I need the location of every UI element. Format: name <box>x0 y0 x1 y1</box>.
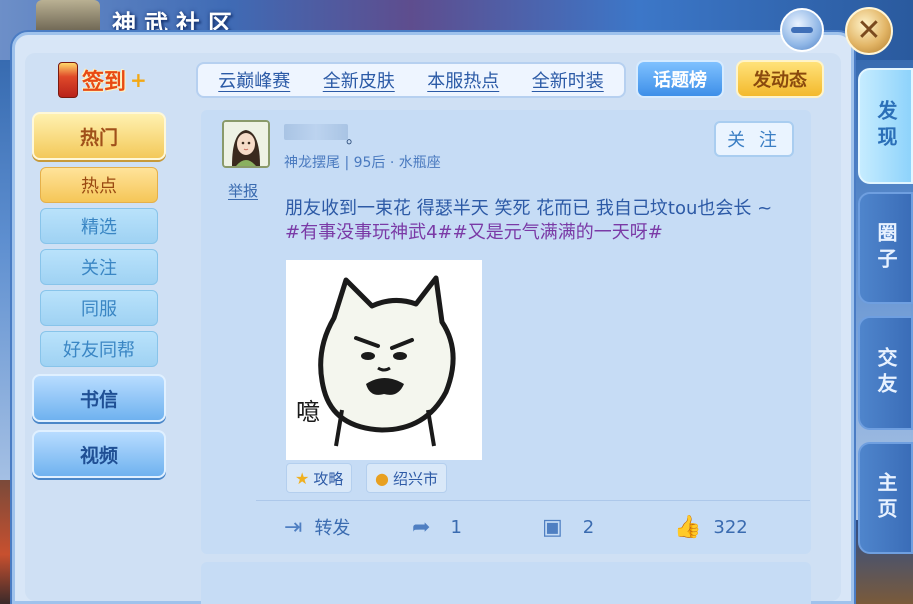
image-caption: 噫 <box>296 398 320 426</box>
close-button[interactable]: ✕ <box>845 7 893 55</box>
cat-meme-image: 噫 <box>286 260 482 460</box>
post-body: 朋友收到一束花 得瑟半天 笑死 花而已 我自己坟tou也会长 ~ #有事没事玩神… <box>285 197 790 245</box>
avatar-image <box>224 122 268 166</box>
window-title: 神武社区 <box>112 9 240 38</box>
side-tab-label: 主页 <box>874 472 898 524</box>
repost-icon: ⇥ <box>284 514 303 540</box>
side-tab-label: 发现 <box>874 100 898 152</box>
user-info: 神龙摆尾 | 95后 · 水瓶座 <box>284 155 441 171</box>
comment-count: 2 <box>582 516 595 538</box>
comment-icon: ▣ <box>542 514 563 540</box>
side-tab-label: 圈子 <box>874 222 898 274</box>
close-icon: ✕ <box>856 13 882 48</box>
username-suffix: 。 <box>346 128 363 147</box>
topic-tab[interactable]: 全新皮肤 <box>323 67 395 93</box>
plus-icon: + <box>130 68 147 92</box>
thumbs-up-icon: 👍 <box>674 514 702 540</box>
signin-button[interactable]: 签到 + <box>58 60 147 100</box>
follow-button[interactable]: 关 注 <box>714 121 794 157</box>
share-button[interactable]: ➦ 1 <box>412 512 462 542</box>
chip-label: 攻略 <box>313 469 344 488</box>
post-hashtags[interactable]: #有事没事玩神武4##又是元气满满的一天呀# <box>285 222 663 243</box>
tag-chip-location[interactable]: ● 绍兴市 <box>366 463 447 493</box>
report-link[interactable]: 举报 <box>228 180 258 201</box>
minus-icon <box>791 27 813 33</box>
comment-button[interactable]: ▣ 2 <box>542 512 594 542</box>
lantern-icon <box>58 62 78 98</box>
star-icon: ★ <box>295 468 310 488</box>
side-tab-friends[interactable]: 交友 <box>858 316 913 430</box>
nav-letters[interactable]: 书信 <box>32 374 166 422</box>
signin-label: 签到 <box>82 70 127 95</box>
nav-sub-trending[interactable]: 热点 <box>40 167 158 203</box>
nav-sub-following[interactable]: 关注 <box>40 249 158 285</box>
topic-tab[interactable]: 全新时装 <box>532 67 604 93</box>
topic-tab[interactable]: 云巅峰赛 <box>218 67 290 93</box>
next-post-card <box>201 562 811 604</box>
minimize-button[interactable] <box>780 8 824 52</box>
username-redacted <box>284 124 348 140</box>
side-tab-label: 交友 <box>874 347 898 399</box>
post-image[interactable]: 噫 <box>286 260 482 460</box>
new-post-button[interactable]: 发动态 <box>736 60 824 98</box>
tower-decoration <box>36 0 100 34</box>
chip-label: 绍兴市 <box>392 469 438 488</box>
topics-ranking-button[interactable]: 话题榜 <box>636 60 724 98</box>
repost-label: 转发 <box>314 518 351 539</box>
side-tab-discover[interactable]: 发现 <box>858 68 913 184</box>
side-tab-homepage[interactable]: 主页 <box>858 442 913 554</box>
share-count: 1 <box>450 516 462 538</box>
topic-tab[interactable]: 本服热点 <box>427 67 499 93</box>
like-count: 322 <box>713 516 748 538</box>
nav-sub-featured[interactable]: 精选 <box>40 208 158 244</box>
repost-button[interactable]: ⇥ 转发 <box>284 512 350 542</box>
nav-sub-same-server[interactable]: 同服 <box>40 290 158 326</box>
user-avatar[interactable] <box>222 120 270 168</box>
tag-chip-guide[interactable]: ★ 攻略 <box>286 463 353 493</box>
nav-videos[interactable]: 视频 <box>32 430 166 478</box>
side-tab-circles[interactable]: 圈子 <box>858 192 913 304</box>
topic-tabs-bar: 云巅峰赛 全新皮肤 本服热点 全新时装 <box>196 62 626 98</box>
location-pin-icon: ● <box>375 468 389 488</box>
nav-sub-friends-guild[interactable]: 好友同帮 <box>40 331 158 367</box>
nav-hot[interactable]: 热门 <box>32 112 166 160</box>
post-text: 朋友收到一束花 得瑟半天 笑死 花而已 我自己坟tou也会长 ~ <box>285 198 773 219</box>
like-button[interactable]: 👍 322 <box>674 512 748 542</box>
post-divider <box>256 500 810 501</box>
share-icon: ➦ <box>412 514 431 540</box>
